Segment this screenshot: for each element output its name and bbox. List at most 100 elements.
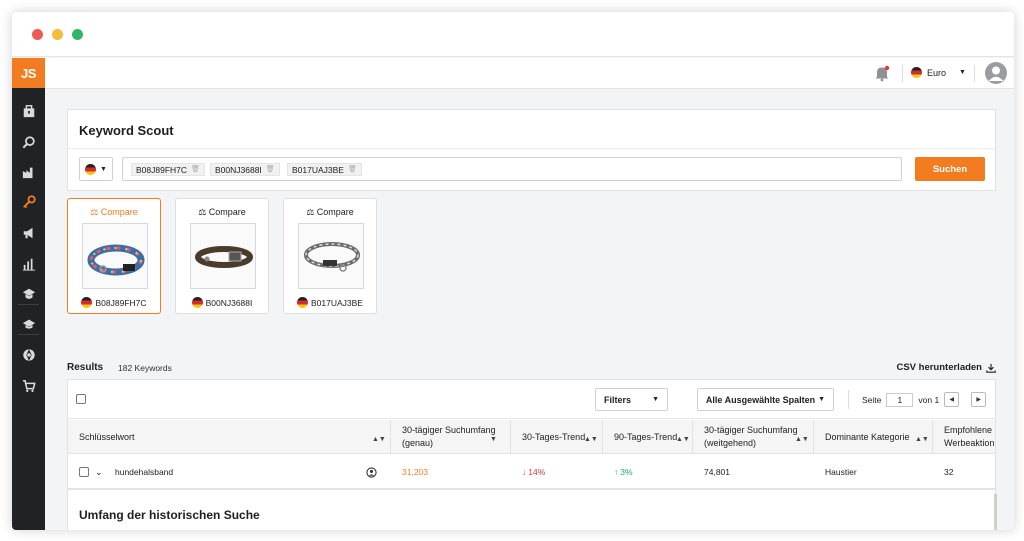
user-avatar[interactable] (985, 62, 1007, 84)
minimize-window-button[interactable] (52, 29, 63, 40)
scale-icon: ⚖ (90, 207, 99, 217)
keyword-cell: hundehalsband (115, 467, 174, 477)
marketplace-select[interactable]: ▼ (79, 157, 113, 181)
topbar: Euro ▼ (45, 58, 1014, 89)
compare-toggle[interactable]: ⚖ Compare (284, 207, 376, 218)
window-titlebar (12, 12, 1014, 57)
column-header-recommended-promo[interactable]: Empfohlene Werbeaktion (944, 420, 996, 454)
app-logo[interactable]: JS (12, 58, 45, 88)
column-header-90d-trend[interactable]: 90-Tages-Trend ▲▼ (614, 420, 690, 454)
broad-volume-cell: 74,801 (704, 467, 730, 477)
page-title: Keyword Scout (79, 123, 174, 138)
exact-volume-cell: 31,203 (402, 467, 428, 477)
column-header-broad-volume[interactable]: 30-tägiger Suchumfang (weitgehend) ▲▼ (704, 420, 809, 454)
next-page-button[interactable]: ▶ (971, 392, 987, 407)
scale-icon: ⚖ (198, 207, 207, 217)
supplier-database-icon[interactable] (12, 159, 45, 185)
table-row[interactable]: ⌄ hundehalsband 31,203 ↓ 14% ↑ 3% 74,801 H… (68, 455, 995, 489)
asin-chip-label: B017UAJ3BE (292, 164, 344, 175)
table-toolbar: Filters ▼ Alle Ausgewählte Spalten ▼ Sei… (68, 380, 995, 419)
csv-download-link[interactable]: CSV herunterladen (896, 362, 996, 373)
expand-row-chevron-icon[interactable]: ⌄ (95, 455, 103, 489)
keyword-scout-panel: Keyword Scout ▼ B08J89FH7C 🗑 B00NJ3688I … (67, 109, 996, 191)
column-header-30d-trend[interactable]: 30-Tages-Trend ▲▼ (522, 420, 600, 454)
section-title: Umfang der historischen Suche (79, 508, 260, 522)
search-button[interactable]: Suchen (915, 157, 985, 181)
trend-90d-cell: ↑ 3% (614, 467, 633, 477)
marketplace-icon[interactable] (12, 342, 45, 368)
sidebar: JS (12, 58, 45, 530)
horizontal-scrollbar[interactable] (994, 494, 997, 530)
page-label: Seite (862, 394, 882, 405)
sort-icon[interactable]: ▲▼ (676, 433, 690, 446)
select-all-checkbox[interactable] (76, 394, 86, 404)
caret-down-icon: ▼ (652, 396, 659, 403)
currency-label: Euro (927, 67, 947, 78)
results-title: Results (67, 362, 104, 373)
asin-chip[interactable]: B017UAJ3BE 🗑 (287, 163, 362, 176)
asin-chip[interactable]: B08J89FH7C 🗑 (131, 163, 205, 176)
page-number-input[interactable]: 1 (886, 392, 914, 407)
compare-toggle[interactable]: ⚖ Compare (176, 207, 268, 218)
caret-down-icon: ▼ (959, 69, 966, 76)
product-database-icon[interactable] (12, 98, 45, 124)
column-header-exact-volume[interactable]: 30-tägiger Suchumfang (genau) ▼ (402, 420, 502, 454)
compare-toggle[interactable]: ⚖ Compare (68, 207, 160, 218)
download-icon (986, 363, 996, 373)
product-image (82, 223, 148, 289)
arrow-down-icon: ↓ (522, 467, 527, 477)
close-window-button[interactable] (32, 29, 43, 40)
maximize-window-button[interactable] (72, 29, 83, 40)
columns-dropdown[interactable]: Alle Ausgewählte Spalten ▼ (697, 388, 834, 411)
notifications-bell-icon[interactable] (873, 64, 891, 82)
card-asin: B00NJ3688I (176, 297, 268, 308)
sort-desc-icon[interactable]: ▼ (490, 433, 497, 446)
card-asin: B08J89FH7C (68, 297, 160, 308)
keyword-details-icon[interactable] (366, 455, 377, 489)
keyword-scout-icon[interactable] (12, 189, 45, 215)
column-header-dominant-category[interactable]: Dominante Kategorie ▲▼ (825, 420, 929, 454)
caret-down-icon: ▼ (818, 396, 826, 403)
product-image (298, 223, 364, 289)
sort-icon[interactable]: ▲▼ (584, 433, 598, 446)
germany-flag-icon (191, 297, 203, 308)
asin-chip-label: B08J89FH7C (136, 164, 188, 175)
sort-icon[interactable]: ▲▼ (915, 433, 929, 446)
page-total: von 1 (918, 394, 940, 405)
sales-analytics-icon[interactable] (12, 251, 45, 277)
germany-flag-icon (297, 297, 308, 308)
asin-chip-label: B00NJ3688I (215, 164, 262, 175)
germany-flag-icon (81, 297, 93, 308)
germany-flag-icon (911, 67, 922, 78)
cart-icon[interactable] (12, 373, 45, 399)
recommended-promo-cell: 32 (944, 467, 954, 477)
table-header: Schlüsselwort ▲▼ 30-tägiger Suchumfang (… (68, 420, 995, 454)
previous-page-button[interactable]: ◀ (944, 392, 960, 407)
sort-icon[interactable]: ▲▼ (795, 433, 809, 446)
historical-search-panel: Umfang der historischen Suche (67, 489, 996, 530)
asin-chip[interactable]: B00NJ3688I 🗑 (210, 163, 280, 176)
row-checkbox[interactable] (79, 467, 89, 477)
asin-input[interactable]: B08J89FH7C 🗑 B00NJ3688I 🗑 B017UAJ3BE 🗑 (122, 157, 902, 181)
filters-dropdown[interactable]: Filters ▼ (595, 388, 668, 411)
remove-chip-icon[interactable]: 🗑 (191, 164, 200, 176)
promotions-icon[interactable] (12, 220, 45, 246)
sort-icon[interactable]: ▲▼ (372, 433, 386, 446)
scale-icon: ⚖ (306, 207, 315, 217)
results-table: Filters ▼ Alle Ausgewählte Spalten ▼ Sei… (67, 379, 996, 489)
results-count: 182 Keywords (118, 363, 172, 373)
pagination: Seite 1 von 1 ◀ ▶ (848, 389, 987, 410)
card-asin: B017UAJ3BE (284, 297, 376, 308)
app-window: JS Euro ▼ Keyword Scout ▼ B08J89FH7C 🗑 B… (12, 12, 1014, 530)
currency-selector[interactable]: Euro ▼ (911, 67, 966, 78)
product-tracker-icon[interactable] (12, 129, 45, 155)
results-header: Results 182 Keywords CSV herunterladen (67, 361, 996, 377)
remove-chip-icon[interactable]: 🗑 (266, 164, 275, 176)
product-card[interactable]: ⚖ Compare B00NJ3688I (175, 198, 269, 314)
remove-chip-icon[interactable]: 🗑 (348, 164, 357, 176)
column-header-keyword[interactable]: Schlüsselwort ▲▼ (79, 420, 386, 454)
product-card[interactable]: ⚖ Compare B017UAJ3BE (283, 198, 377, 314)
germany-flag-icon (85, 163, 97, 175)
product-card[interactable]: ⚖ Compare B08J89FH7C (67, 198, 161, 314)
trend-30d-cell: ↓ 14% (522, 467, 546, 477)
